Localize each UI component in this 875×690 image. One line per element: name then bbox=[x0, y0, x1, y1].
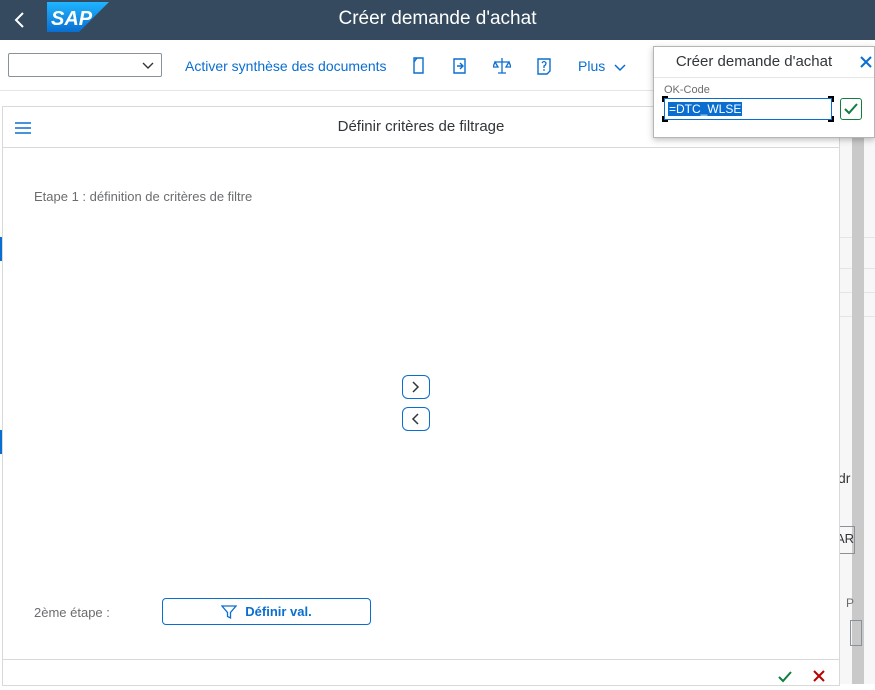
okcode-value: =DTC_WLSE bbox=[668, 102, 743, 116]
app-title: Créer demande d'achat bbox=[338, 8, 537, 29]
filter-icon bbox=[221, 604, 238, 619]
cancel-button[interactable] bbox=[812, 669, 826, 683]
focus-corner bbox=[828, 116, 834, 122]
export-icon[interactable] bbox=[451, 56, 469, 76]
chevron-down-icon bbox=[142, 62, 154, 69]
help-document-icon[interactable] bbox=[535, 56, 553, 76]
activer-synthese-button[interactable]: Activer synthèse des documents bbox=[185, 58, 387, 74]
focus-corner bbox=[662, 96, 668, 102]
popup-divider bbox=[654, 77, 874, 78]
move-left-button[interactable] bbox=[402, 407, 430, 431]
popup-title: Créer demande d'achat bbox=[675, 53, 833, 70]
chevron-left-icon bbox=[14, 12, 24, 28]
document-icon[interactable] bbox=[410, 56, 428, 76]
chevron-down-icon bbox=[614, 64, 626, 72]
close-icon bbox=[860, 56, 872, 68]
define-values-button[interactable]: Définir val. bbox=[162, 598, 371, 625]
checkmark-icon bbox=[844, 103, 858, 115]
command-field-select[interactable] bbox=[8, 53, 162, 77]
back-button[interactable] bbox=[8, 8, 32, 32]
okcode-input[interactable]: =DTC_WLSE bbox=[662, 96, 834, 122]
popup-close-button[interactable] bbox=[859, 55, 873, 69]
background-text: P bbox=[846, 596, 855, 610]
step2-label: 2ème étape : bbox=[34, 605, 110, 620]
step1-label: Etape 1 : définition de critères de filt… bbox=[34, 189, 253, 204]
chevron-left-icon bbox=[411, 413, 419, 425]
okcode-confirm-button[interactable] bbox=[840, 98, 862, 120]
close-icon bbox=[813, 670, 825, 682]
dialog-footer-divider bbox=[3, 659, 839, 660]
more-button[interactable]: Plus bbox=[578, 58, 627, 74]
background-field bbox=[850, 620, 862, 646]
move-right-button[interactable] bbox=[402, 375, 430, 399]
sap-logo: SAP bbox=[47, 2, 109, 32]
focus-corner bbox=[828, 96, 834, 102]
balance-icon[interactable] bbox=[492, 56, 512, 76]
checkmark-icon bbox=[778, 671, 792, 683]
svg-text:SAP: SAP bbox=[51, 8, 93, 30]
confirm-button[interactable] bbox=[777, 669, 793, 685]
focus-corner bbox=[662, 116, 668, 122]
okcode-label: OK-Code bbox=[664, 84, 710, 96]
more-button-label: Plus bbox=[578, 58, 606, 74]
chevron-right-icon bbox=[412, 381, 420, 393]
define-values-label: Définir val. bbox=[245, 604, 312, 619]
